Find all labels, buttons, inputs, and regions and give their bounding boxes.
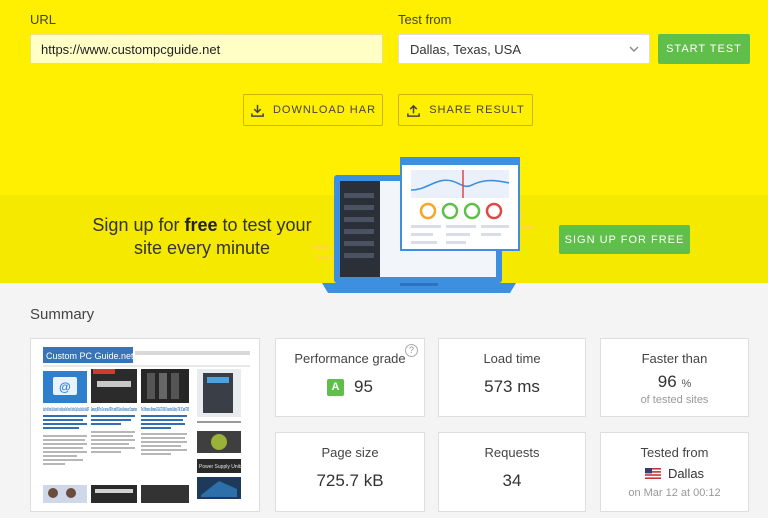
requests-title: Requests [484, 445, 540, 460]
faster-than-value-row: 96 % [601, 372, 748, 392]
page-size-title: Page size [321, 445, 379, 460]
tested-from-city: Dallas [667, 466, 705, 481]
tested-from-card: Tested from Dallas on Mar 12 at 00:12 [600, 432, 749, 512]
faster-than-unit: % [681, 378, 692, 390]
requests-value: 34 [502, 471, 522, 490]
page-size-value: 725.7 kB [316, 471, 384, 490]
test-from-label: Test from [398, 12, 452, 27]
svg-text:@: @ [59, 380, 71, 394]
requests-card: Requests 34 [438, 432, 586, 512]
share-icon [407, 104, 421, 117]
thumbnail-headline-2: Samsung 960 Pro / Evo versus 950 Pro and… [91, 407, 137, 413]
faster-than-subtext: of tested sites [640, 394, 709, 406]
test-location-select[interactable]: Dallas, Texas, USA [398, 34, 650, 64]
tested-from-location-row: Dallas [601, 466, 748, 481]
thumbnail-sidebar-label: Power Supply Units [199, 464, 243, 470]
tested-from-title: Tested from [640, 445, 709, 460]
faster-than-card: Faster than 96 % of tested sites [600, 338, 749, 417]
download-icon [251, 104, 264, 117]
signup-banner-text: Sign up for free to test your site every… [92, 215, 312, 258]
performance-grade-score: 95 [354, 377, 373, 396]
load-time-value: 573 ms [484, 377, 540, 396]
sign-up-button[interactable]: SIGN UP FOR FREE [559, 225, 690, 254]
page-size-card: Page size 725.7 kB [275, 432, 425, 512]
share-result-button[interactable]: SHARE RESULT [398, 94, 533, 126]
performance-grade-card: ? Performance grade A 95 [275, 338, 425, 417]
download-har-button[interactable]: DOWNLOAD HAR [243, 94, 383, 126]
url-input[interactable] [30, 34, 383, 64]
thumbnail-site-title: Custom PC Guide.net [46, 351, 134, 361]
share-result-label: SHARE RESULT [429, 104, 525, 116]
performance-grade-title: Performance grade [294, 351, 406, 366]
tested-from-date: on Mar 12 at 00:12 [628, 487, 721, 499]
page-screenshot-thumbnail[interactable]: Custom PC Guide.net @ Setup Your Own Dom… [30, 338, 260, 512]
us-flag-icon [644, 468, 661, 479]
page-screenshot-image: Custom PC Guide.net @ Setup Your Own Dom… [31, 339, 259, 511]
free-emphasis: free [184, 215, 218, 235]
laptop-illustration [312, 157, 534, 293]
grade-letter-badge: A [327, 379, 345, 396]
load-time-title: Load time [483, 351, 541, 366]
faster-than-value: 96 [657, 372, 677, 391]
faster-than-title: Faster than [641, 351, 708, 366]
start-test-button[interactable]: START TEST [658, 34, 750, 64]
download-har-label: DOWNLOAD HAR [272, 104, 377, 116]
thumbnail-headline-1: Setup Your Own Domain's Email Accounts f… [43, 407, 89, 413]
test-location-value: Dallas, Texas, USA [410, 42, 522, 57]
load-time-card: Load time 573 ms [438, 338, 586, 417]
performance-grade-value-row: A 95 [276, 377, 424, 397]
summary-heading: Summary [30, 306, 95, 323]
chevron-down-icon [629, 46, 639, 52]
thumbnail-headline-3: The Differences Between EVGA GTX 960 / F… [141, 407, 189, 413]
url-label: URL [30, 12, 57, 27]
